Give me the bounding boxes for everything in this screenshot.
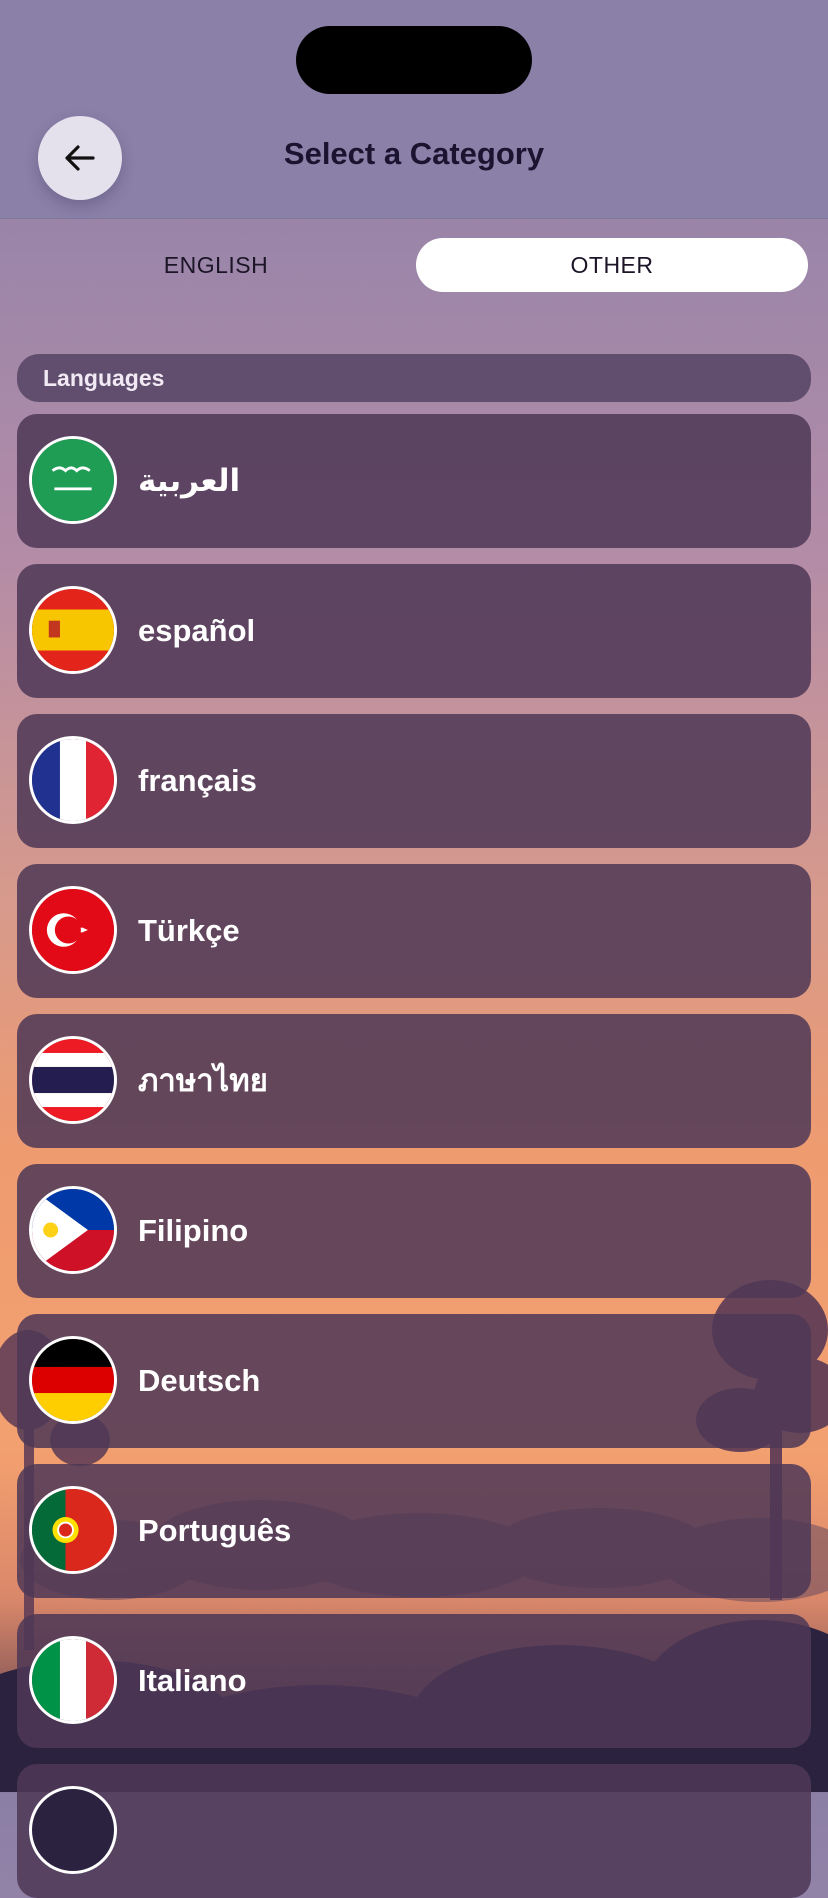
language-label: Deutsch xyxy=(138,1363,261,1398)
turkey-flag-icon xyxy=(29,886,117,974)
language-label: Türkçe xyxy=(138,913,240,948)
list-item-spanish[interactable]: español xyxy=(17,564,811,698)
list-item-turkish[interactable]: Türkçe xyxy=(17,864,811,998)
list-item-italian[interactable]: Italiano xyxy=(17,1614,811,1748)
spain-flag-icon xyxy=(29,586,117,674)
dynamic-island xyxy=(296,26,532,94)
arrow-left-icon xyxy=(65,145,95,171)
back-button[interactable] xyxy=(38,116,122,200)
france-flag-icon xyxy=(29,736,117,824)
list-item-arabic[interactable]: العربية xyxy=(17,414,811,548)
tab-english[interactable]: ENGLISH xyxy=(20,238,412,292)
portugal-flag-icon xyxy=(29,1486,117,1574)
language-label: español xyxy=(138,613,256,648)
list-item-german[interactable]: Deutsch xyxy=(17,1314,811,1448)
section-header-languages: Languages xyxy=(17,354,811,402)
list-item-thai[interactable]: ภาษาไทย xyxy=(17,1014,811,1148)
list-item-filipino[interactable]: Filipino xyxy=(17,1164,811,1298)
language-label: français xyxy=(138,763,257,798)
tab-other[interactable]: OTHER xyxy=(416,238,808,292)
language-label: Português xyxy=(138,1513,292,1548)
top-bar: Select a Category xyxy=(0,0,828,219)
germany-flag-icon xyxy=(29,1336,117,1424)
flag-icon xyxy=(29,1786,117,1874)
list-item-portuguese[interactable]: Português xyxy=(17,1464,811,1598)
italy-flag-icon xyxy=(29,1636,117,1724)
language-segmented-control: ENGLISH OTHER xyxy=(20,238,812,296)
language-label: العربية xyxy=(138,463,241,498)
page-title: Select a Category xyxy=(283,136,545,171)
saudi-arabia-flag-icon xyxy=(29,436,117,524)
list-item-partial[interactable] xyxy=(17,1764,811,1898)
philippines-flag-icon xyxy=(29,1186,117,1274)
language-label: Filipino xyxy=(138,1213,249,1248)
language-label: ภาษาไทย xyxy=(138,1063,268,1098)
language-label: Italiano xyxy=(138,1663,247,1698)
list-item-french[interactable]: français xyxy=(17,714,811,848)
thailand-flag-icon xyxy=(29,1036,117,1124)
